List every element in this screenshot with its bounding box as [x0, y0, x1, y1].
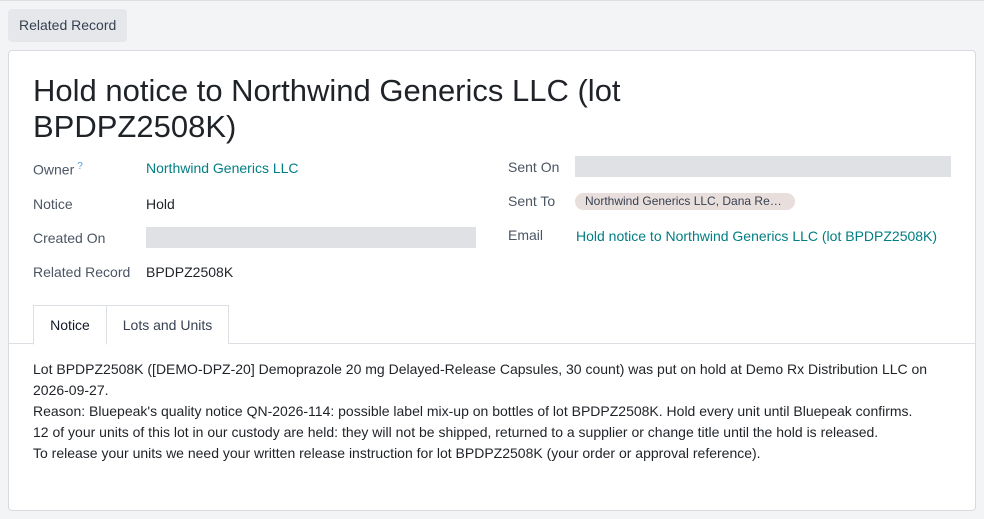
- owner-link[interactable]: Northwind Generics LLC: [146, 159, 299, 177]
- created-on-label: Created On: [33, 230, 106, 246]
- owner-label: Owner?: [33, 158, 83, 179]
- email-link[interactable]: Hold notice to Northwind Generics LLC (l…: [576, 227, 937, 245]
- tab-lots-and-units[interactable]: Lots and Units: [106, 305, 229, 344]
- record-form-card: Hold notice to Northwind Generics LLC (l…: [8, 50, 976, 511]
- help-tooltip-icon[interactable]: ?: [77, 161, 83, 172]
- notice-line: To release your units we need your writt…: [33, 445, 761, 461]
- sent-to-tag[interactable]: Northwind Generics LLC, Dana Re…: [575, 193, 795, 210]
- owner-label-text: Owner: [33, 161, 75, 178]
- notice-body: Lot BPDPZ2508K ([DEMO-DPZ-20] Demoprazol…: [33, 359, 953, 464]
- top-divider: [0, 0, 984, 1]
- notice-line: 12 of your units of this lot in our cust…: [33, 424, 879, 440]
- tab-notice[interactable]: Notice: [33, 305, 107, 345]
- created-on-field[interactable]: [146, 227, 476, 248]
- related-record-button[interactable]: Related Record: [8, 9, 128, 42]
- page-title: Hold notice to Northwind Generics LLC (l…: [33, 73, 621, 144]
- notice-line: Lot BPDPZ2508K ([DEMO-DPZ-20] Demoprazol…: [33, 361, 928, 398]
- related-record-label: Related Record: [33, 264, 131, 280]
- related-record-value[interactable]: BPDPZ2508K: [146, 263, 233, 281]
- sent-on-label: Sent On: [508, 159, 560, 175]
- sent-to-label: Sent To: [508, 193, 556, 209]
- notice-line: Reason: Bluepeak's quality notice QN-202…: [33, 403, 913, 419]
- email-label: Email: [508, 227, 544, 243]
- sent-on-field[interactable]: [575, 156, 951, 177]
- notice-value[interactable]: Hold: [146, 195, 175, 213]
- notice-label: Notice: [33, 196, 73, 212]
